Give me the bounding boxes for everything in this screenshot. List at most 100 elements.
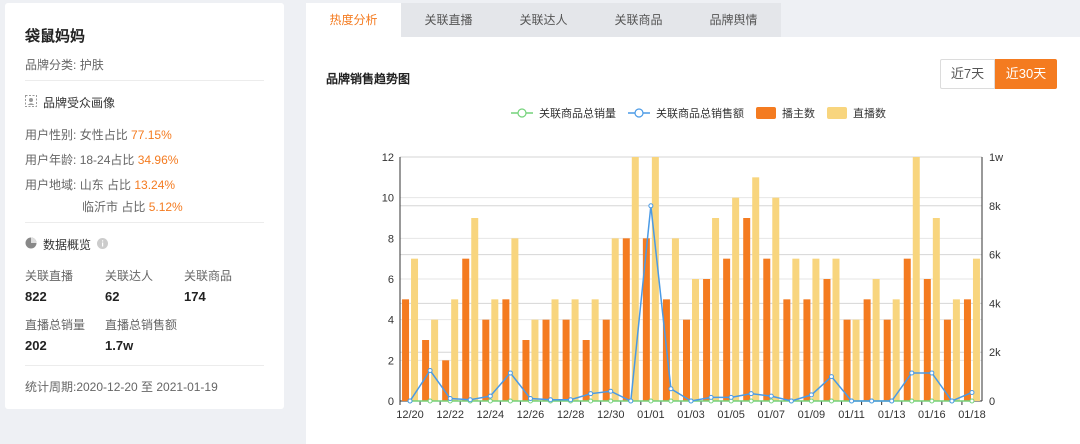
sales-amount-point bbox=[427, 368, 433, 373]
y-left-tick-label: 2 bbox=[388, 355, 394, 367]
sales-volume-point bbox=[427, 398, 433, 404]
bar-lives bbox=[471, 218, 479, 401]
stat-kol-value: 62 bbox=[105, 289, 120, 304]
region-label: 用户地域: bbox=[25, 178, 77, 192]
tab-1[interactable]: 关联直播 bbox=[401, 3, 496, 37]
info-icon[interactable] bbox=[97, 237, 109, 252]
legend-bar-swatch bbox=[756, 107, 776, 119]
bar-lives bbox=[952, 299, 960, 401]
y-right-tick-label: 1w bbox=[989, 152, 1003, 164]
sales-amount-point bbox=[909, 370, 915, 376]
bar-lives bbox=[571, 299, 579, 401]
stat-live-label: 关联直播 bbox=[25, 269, 74, 283]
bar-lives bbox=[451, 299, 459, 401]
tab-3[interactable]: 关联商品 bbox=[591, 3, 686, 37]
legend-marker bbox=[517, 108, 527, 118]
bar-anchors bbox=[943, 319, 951, 401]
sales-amount-point bbox=[608, 388, 614, 394]
sales-amount-point bbox=[467, 397, 473, 403]
x-tick-label: 01/09 bbox=[798, 409, 826, 421]
bar-lives bbox=[752, 177, 760, 401]
bar-lives bbox=[551, 299, 559, 401]
sales-amount-point bbox=[969, 389, 975, 395]
x-tick-label: 01/01 bbox=[637, 409, 665, 421]
x-tick-label: 12/28 bbox=[557, 409, 585, 421]
overview-title: 数据概览 bbox=[43, 238, 92, 252]
bar-anchors bbox=[743, 218, 751, 401]
sales-amount-point bbox=[628, 398, 634, 404]
x-tick-label: 01/18 bbox=[958, 409, 986, 421]
sales-amount-point bbox=[869, 398, 875, 404]
sales-amount-point bbox=[849, 398, 855, 404]
sales-amount-point bbox=[447, 396, 453, 402]
bar-anchors bbox=[622, 238, 630, 401]
sales-amount-point bbox=[568, 397, 574, 403]
brand-name: 袋鼠妈妈 bbox=[25, 28, 86, 45]
x-tick-label: 12/20 bbox=[396, 409, 424, 421]
tab-0[interactable]: 热度分析 bbox=[306, 3, 401, 37]
stat-goods-value: 174 bbox=[184, 289, 206, 304]
y-right-tick-label: 8k bbox=[989, 201, 1001, 213]
overview-section-title: 数据概览 bbox=[25, 236, 109, 253]
sales-volume-point bbox=[648, 398, 654, 404]
y-left-tick-label: 10 bbox=[382, 193, 394, 205]
bar-lives bbox=[852, 319, 860, 401]
region2-pct: 5.12% bbox=[148, 200, 183, 214]
age-text: 18-24占比 bbox=[79, 153, 135, 167]
x-tick-label: 01/16 bbox=[918, 409, 946, 421]
x-tick-label: 12/26 bbox=[517, 409, 545, 421]
bar-lives bbox=[792, 258, 800, 401]
tab-2[interactable]: 关联达人 bbox=[496, 3, 591, 37]
category-value: 护肤 bbox=[79, 58, 104, 72]
sales-amount-point bbox=[728, 394, 734, 400]
gender-pct: 77.15% bbox=[131, 128, 172, 142]
region-row: 用户地域: 山东 占比 13.24% bbox=[25, 176, 175, 193]
age-pct: 34.96% bbox=[137, 153, 179, 167]
region1-text: 山东 占比 bbox=[79, 178, 132, 192]
bar-lives bbox=[491, 299, 499, 401]
tab-4[interactable]: 品牌舆情 bbox=[686, 3, 781, 37]
bar-lives bbox=[651, 157, 659, 401]
gender-text: 女性占比 bbox=[79, 128, 128, 142]
region2-text: 临沂市 占比 bbox=[82, 200, 146, 214]
stat-sales-label: 直播总销量 bbox=[25, 318, 86, 332]
tab-bar: 热度分析 关联直播 关联达人 关联商品 品牌舆情 bbox=[306, 3, 781, 37]
region1-pct: 13.24% bbox=[134, 178, 176, 192]
sales-trend-chart: 0 2 4 6 8 10 12 0 2k 4k 6k 8k 1w 12/20 12/22 12/24 12/26… bbox=[382, 106, 1003, 421]
bar-anchors bbox=[703, 279, 711, 401]
legend-marker bbox=[634, 108, 644, 118]
sales-volume-point bbox=[668, 398, 674, 404]
sales-volume-point bbox=[588, 398, 594, 404]
bar-anchors bbox=[963, 299, 971, 401]
category-label: 品牌分类: bbox=[25, 58, 77, 72]
bar-anchors bbox=[602, 319, 610, 401]
sales-amount-point bbox=[788, 398, 794, 404]
sales-volume-point bbox=[487, 398, 493, 404]
bar-anchors bbox=[843, 319, 851, 401]
stat-sales-value: 202 bbox=[25, 338, 47, 353]
bar-lives bbox=[712, 218, 720, 401]
sales-amount-point bbox=[688, 398, 694, 404]
x-tick-label: 01/13 bbox=[878, 409, 906, 421]
legend-label: 关联商品总销量 bbox=[539, 106, 616, 120]
bar-anchors bbox=[723, 258, 731, 401]
bar-lives bbox=[411, 258, 419, 401]
bar-anchors bbox=[642, 238, 650, 401]
bar-anchors bbox=[683, 319, 690, 401]
y-left-tick-label: 4 bbox=[388, 315, 394, 327]
legend-label: 关联商品总销售额 bbox=[656, 106, 744, 120]
sales-amount-point bbox=[748, 391, 754, 397]
bar-lives bbox=[892, 299, 900, 401]
sales-amount-point bbox=[527, 396, 533, 402]
bar-anchors bbox=[402, 299, 410, 401]
sales-amount-point bbox=[808, 392, 814, 398]
x-tick-label: 12/30 bbox=[597, 409, 625, 421]
divider bbox=[25, 365, 264, 366]
brand-info-card: 袋鼠妈妈 品牌分类: 护肤 品牌受众画像 用户性别: 女性占比 77.15% 用… bbox=[5, 3, 284, 409]
bar-lives bbox=[772, 197, 780, 401]
bar-anchors bbox=[562, 319, 570, 401]
bar-lives bbox=[972, 258, 980, 401]
bar-lives bbox=[671, 238, 679, 401]
bar-anchors bbox=[582, 340, 590, 401]
bar-lives bbox=[872, 279, 880, 401]
